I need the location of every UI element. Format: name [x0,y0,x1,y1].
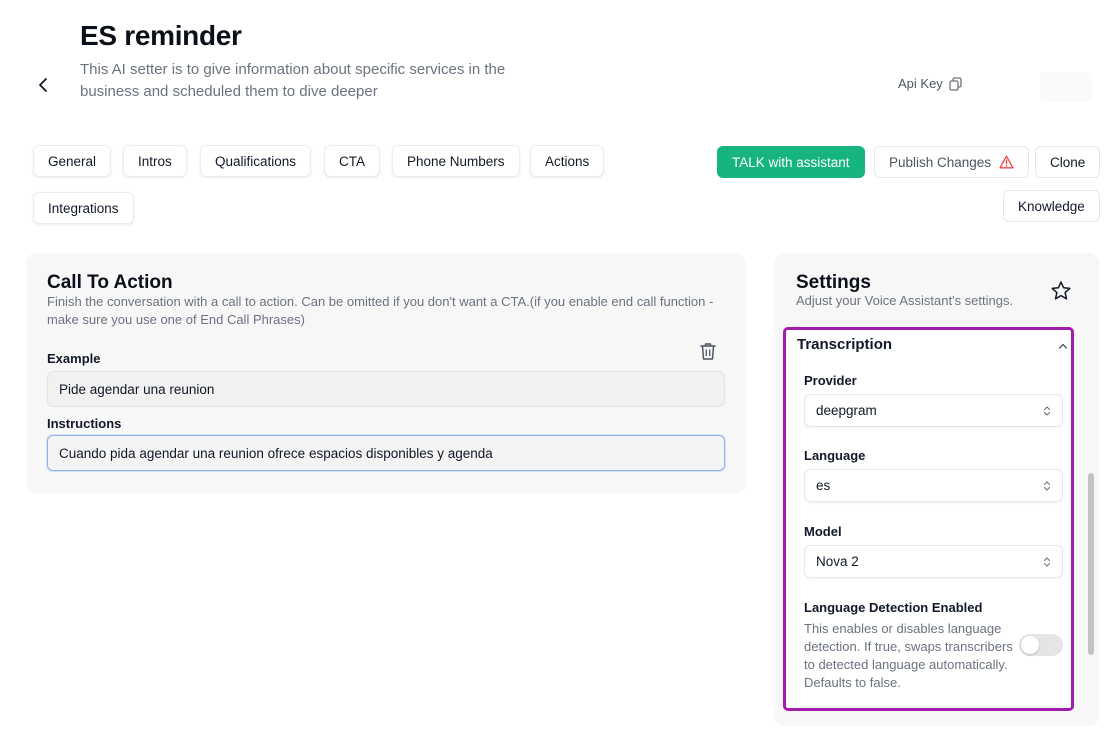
knowledge-button[interactable]: Knowledge [1003,190,1100,222]
instructions-label: Instructions [47,416,122,431]
tab-label: Phone Numbers [407,153,505,169]
tab-label: General [48,153,97,169]
copy-icon [949,76,962,91]
settings-title: Settings [796,272,871,293]
provider-select[interactable]: deepgram [804,394,1063,427]
example-label: Example [47,351,101,366]
api-key-button[interactable]: Api Key [898,76,962,91]
chevron-left-icon [39,78,47,92]
provider-select-value: deepgram [816,403,877,418]
language-detection-label: Language Detection Enabled [804,600,983,615]
provider-label: Provider [804,373,857,388]
language-select-value: es [816,478,831,493]
talk-button-label: TALK with assistant [732,154,850,170]
language-detection-description: This enables or disables language detect… [804,621,1013,690]
toggle-knob [1021,636,1039,654]
clone-button[interactable]: Clone [1035,146,1101,178]
tab-label: CTA [339,153,365,169]
tab-label: Actions [545,153,590,169]
language-select[interactable]: es [804,469,1063,502]
language-detection-toggle[interactable] [1019,634,1063,656]
chevron-updown-icon [1043,556,1051,567]
settings-scrollbar[interactable] [1088,473,1094,655]
chevron-updown-icon [1043,405,1051,416]
tab-cta[interactable]: CTA [324,145,380,177]
api-key-value-placeholder [1040,72,1092,102]
cta-description: Finish the conversation with a call to a… [47,294,714,327]
tab-phone-numbers[interactable]: Phone Numbers [392,145,520,177]
tab-label: Intros [138,153,172,169]
chevron-up-icon [1058,343,1068,349]
publish-button-label: Publish Changes [889,154,992,170]
transcription-section-header[interactable]: Transcription [797,336,892,353]
back-button[interactable] [32,74,54,96]
transcription-panel: Transcription Provider deepgram Language… [783,327,1074,711]
settings-card: Settings Adjust your Voice Assistant's s… [774,253,1099,726]
cta-card: Call To Action Finish the conversation w… [26,253,746,493]
tab-actions[interactable]: Actions [530,145,605,177]
tab-intros[interactable]: Intros [123,145,187,177]
model-select[interactable]: Nova 2 [804,545,1063,578]
model-label: Model [804,524,842,539]
tab-label: Integrations [48,200,119,216]
tab-label: Qualifications [215,153,297,169]
example-input[interactable]: Pide agendar una reunion [47,371,725,407]
tab-integrations[interactable]: Integrations [33,192,134,224]
page-subtitle: This AI setter is to give information ab… [80,61,506,100]
tab-general[interactable]: General [33,145,112,177]
collapse-section-button[interactable] [1057,339,1069,351]
language-label: Language [804,448,866,463]
favorite-button[interactable] [1050,280,1072,302]
model-select-value: Nova 2 [816,554,859,569]
trash-icon [700,343,716,360]
cta-title: Call To Action [47,272,173,293]
warning-icon [999,155,1014,169]
tab-qualifications[interactable]: Qualifications [200,145,312,177]
clone-button-label: Clone [1050,154,1086,170]
knowledge-button-label: Knowledge [1018,198,1085,214]
star-icon [1051,281,1071,300]
instructions-input[interactable]: Cuando pida agendar una reunion ofrece e… [47,435,725,471]
settings-subtitle: Adjust your Voice Assistant's settings. [796,293,1014,308]
page-title: ES reminder [80,20,242,51]
publish-changes-button[interactable]: Publish Changes [874,146,1030,178]
talk-with-assistant-button[interactable]: TALK with assistant [717,146,865,178]
chevron-updown-icon [1043,480,1051,491]
api-key-label: Api Key [898,76,943,91]
instructions-input-value: Cuando pida agendar una reunion ofrece e… [59,445,493,461]
delete-cta-button[interactable] [699,341,717,361]
example-input-value: Pide agendar una reunion [59,381,215,397]
